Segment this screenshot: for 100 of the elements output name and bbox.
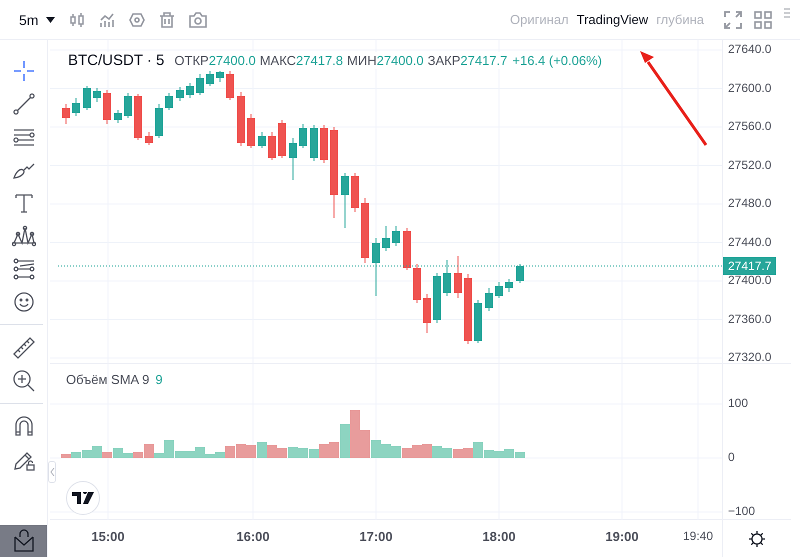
candle bbox=[289, 138, 297, 180]
lock-icon[interactable] bbox=[12, 529, 36, 553]
time-tick: 19:40 bbox=[682, 529, 714, 543]
candle bbox=[454, 256, 462, 298]
volume-bar bbox=[442, 448, 452, 458]
close-label: ЗАКР bbox=[428, 53, 460, 68]
candle bbox=[93, 88, 101, 102]
candle bbox=[258, 132, 266, 148]
candle bbox=[165, 92, 173, 110]
volume-bar bbox=[236, 444, 246, 458]
price-tick: 27360.0 bbox=[728, 312, 772, 326]
smiley-icon[interactable] bbox=[12, 290, 36, 314]
candle bbox=[423, 294, 431, 334]
price-tick: 27320.0 bbox=[728, 350, 772, 364]
volume-bar bbox=[246, 445, 256, 458]
candle bbox=[237, 92, 245, 146]
volume-bar bbox=[391, 446, 401, 458]
menu-icon[interactable] bbox=[784, 8, 790, 18]
trash-icon[interactable] bbox=[159, 12, 176, 28]
volume-bar bbox=[453, 449, 463, 458]
candle bbox=[505, 278, 513, 292]
volume-tick: 0 bbox=[728, 450, 735, 464]
interval-selector[interactable]: 5m bbox=[19, 12, 38, 28]
volume-bar bbox=[277, 448, 287, 458]
candle bbox=[443, 260, 451, 296]
high-label: МАКС bbox=[260, 53, 296, 68]
low-label: МИН bbox=[347, 53, 377, 68]
crosshair-icon[interactable] bbox=[12, 58, 36, 82]
logo-icon bbox=[72, 492, 94, 504]
volume-bar bbox=[432, 446, 442, 458]
price-tick: 27480.0 bbox=[728, 196, 772, 210]
time-tick: 17:00 bbox=[359, 529, 393, 544]
price-tick: 27440.0 bbox=[728, 234, 772, 248]
candle bbox=[72, 98, 80, 116]
hexagon-icon[interactable] bbox=[129, 12, 146, 28]
candle bbox=[268, 132, 276, 160]
time-tick: 19:00 bbox=[605, 529, 639, 544]
candle bbox=[176, 86, 184, 102]
candle bbox=[278, 120, 286, 158]
volume-value: 9 bbox=[155, 372, 163, 387]
candle bbox=[134, 94, 142, 140]
price-tick: 27400.0 bbox=[728, 273, 772, 287]
volume-bar bbox=[288, 447, 298, 458]
camera-icon[interactable] bbox=[189, 12, 208, 28]
candle bbox=[124, 92, 132, 118]
candlestick-icon[interactable] bbox=[69, 12, 86, 28]
volume-bar bbox=[298, 448, 308, 458]
low-value: 27400.0 bbox=[376, 53, 424, 68]
candle bbox=[196, 74, 204, 96]
candle bbox=[247, 114, 255, 148]
trend-line-icon[interactable] bbox=[12, 92, 36, 116]
candle bbox=[382, 226, 390, 252]
candle bbox=[216, 70, 224, 82]
symbol-title: BTC/USDT · 5 bbox=[68, 52, 164, 69]
candle bbox=[103, 90, 111, 124]
candle bbox=[299, 124, 307, 148]
candle bbox=[485, 288, 493, 312]
ruler-icon[interactable] bbox=[12, 336, 36, 360]
volume-tick: −100 bbox=[728, 504, 756, 518]
chevron-left-icon bbox=[50, 468, 54, 476]
candle bbox=[226, 70, 234, 100]
price-tick: 27560.0 bbox=[728, 119, 772, 133]
candle bbox=[310, 124, 318, 162]
candle bbox=[433, 272, 441, 324]
candle bbox=[341, 172, 349, 228]
volume-bar bbox=[267, 445, 277, 458]
volume-bar bbox=[422, 444, 432, 458]
view-tab[interactable]: TradingView bbox=[576, 12, 648, 27]
fullscreen-icon[interactable] bbox=[724, 10, 742, 28]
change-value: +16.4 (+0.06%) bbox=[512, 53, 602, 68]
time-tick: 16:00 bbox=[236, 529, 270, 544]
candle bbox=[464, 274, 472, 344]
price-tick: 27640.0 bbox=[728, 42, 772, 56]
candle bbox=[361, 198, 369, 264]
candle bbox=[392, 226, 400, 246]
volume-tick: 100 bbox=[728, 396, 748, 410]
candle bbox=[186, 82, 194, 98]
logo-badge[interactable] bbox=[66, 481, 100, 515]
pattern-icon[interactable] bbox=[12, 224, 36, 248]
collapse-handle[interactable] bbox=[48, 461, 56, 483]
indicators-icon[interactable] bbox=[99, 12, 116, 28]
candle bbox=[413, 264, 421, 304]
last-price-tag: 27417.7 bbox=[723, 257, 776, 275]
fib-lines-icon[interactable] bbox=[12, 256, 36, 280]
candle bbox=[516, 264, 524, 284]
time-tick: 18:00 bbox=[482, 529, 516, 544]
zoom-in-icon[interactable] bbox=[12, 368, 36, 392]
candle bbox=[155, 104, 163, 138]
settings-icon[interactable] bbox=[748, 530, 766, 548]
volume-title: Объём SMA 9 bbox=[66, 372, 150, 387]
caret-icon[interactable] bbox=[46, 16, 56, 22]
price-tick: 27600.0 bbox=[728, 80, 772, 94]
close-value: 27417.7 bbox=[460, 53, 508, 68]
layout-grid-icon[interactable] bbox=[754, 10, 772, 28]
candle bbox=[114, 110, 122, 124]
candle bbox=[62, 104, 70, 124]
open-value: 27400.0 bbox=[208, 53, 256, 68]
price-tick: 27520.0 bbox=[728, 158, 772, 172]
candle bbox=[495, 282, 503, 298]
candle bbox=[351, 172, 359, 212]
